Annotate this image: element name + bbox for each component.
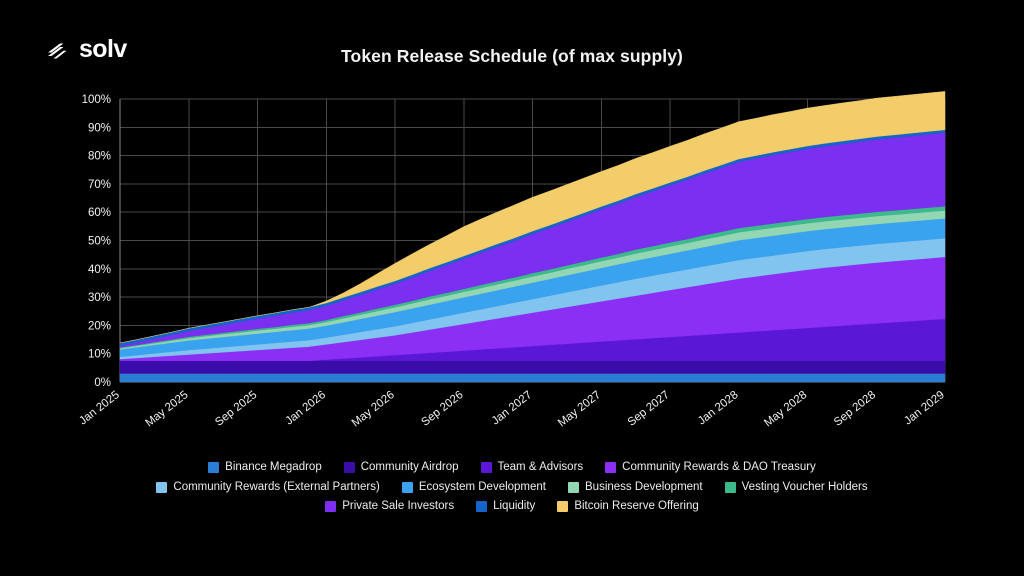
legend-item[interactable]: Private Sale Investors (325, 500, 455, 513)
legend-item[interactable]: Community Airdrop (343, 461, 459, 474)
legend-item[interactable]: Bitcoin Reserve Offering (557, 500, 699, 513)
x-axis-tick-label: Jan 2027 (490, 389, 535, 428)
y-axis-tick-label: 70% (88, 179, 111, 191)
y-axis-tick-label: 0% (94, 377, 111, 389)
legend-item-label: Vesting Voucher Holders (741, 480, 868, 493)
legend-swatch-icon (568, 481, 580, 493)
legend-item[interactable]: Vesting Voucher Holders (724, 480, 868, 494)
x-axis-tick-label: Sep 2026 (419, 389, 465, 429)
legend-item[interactable]: Community Rewards & DAO Treasury (605, 461, 816, 474)
y-axis-tick-label: 90% (88, 122, 111, 134)
legend-item[interactable]: Liquidity (476, 500, 536, 513)
legend-swatch-icon (480, 462, 492, 474)
x-axis-tick-label: Jan 2028 (696, 389, 741, 428)
legend-swatch-icon (557, 501, 569, 513)
legend-swatch-icon (401, 481, 413, 493)
y-axis-tick-label: 10% (88, 349, 111, 361)
legend-row: Binance Megadrop Community Airdrop Team & … (60, 461, 964, 474)
legend-swatch-icon (724, 481, 736, 493)
legend-item-label: Ecosystem Development (418, 480, 547, 493)
x-axis-tick-label: May 2027 (556, 389, 603, 430)
legend-item-label: Binance Megadrop (225, 461, 322, 473)
legend-item[interactable]: Ecosystem Development (401, 480, 547, 494)
y-axis-tick-label: 30% (88, 292, 111, 304)
chart-legend: Binance Megadrop Community Airdrop Team & … (60, 461, 964, 513)
y-axis-tick-label: 80% (88, 151, 111, 163)
legend-row: Community Rewards (External Partners) Eco… (60, 480, 964, 494)
legend-item-label: Bitcoin Reserve Offering (574, 500, 699, 512)
legend-swatch-icon (156, 481, 168, 493)
legend-item-label: Community Rewards & DAO Treasury (622, 461, 816, 473)
legend-item[interactable]: Community Rewards (External Partners) (156, 480, 380, 494)
x-axis-tick-label: Sep 2028 (832, 389, 878, 429)
y-axis-tick-label: 50% (88, 236, 111, 248)
legend-swatch-icon (208, 462, 220, 474)
x-axis-tick-label: May 2026 (350, 389, 397, 430)
x-axis-tick-label: May 2025 (143, 389, 190, 430)
legend-item[interactable]: Binance Megadrop (208, 461, 322, 474)
legend-swatch-icon (343, 462, 355, 474)
x-axis-tick-label: Jan 2025 (77, 389, 122, 428)
legend-swatch-icon (325, 501, 337, 513)
legend-row: Private Sale Investors Liquidity Bitcoin R… (60, 500, 964, 513)
x-axis-tick-label: Jan 2026 (283, 389, 328, 428)
area-series (119, 360, 946, 374)
x-axis-tick-label: Jan 2029 (902, 389, 947, 428)
legend-item-label: Community Rewards (External Partners) (173, 480, 380, 493)
legend-swatch-icon (605, 462, 617, 474)
legend-item[interactable]: Team & Advisors (480, 461, 584, 474)
x-axis-tick-label: Sep 2027 (626, 389, 672, 429)
legend-item-label: Private Sale Investors (342, 500, 455, 512)
y-axis-tick-label: 60% (88, 207, 111, 219)
y-axis-tick-label: 100% (82, 94, 111, 106)
legend-item-label: Liquidity (493, 500, 536, 512)
screenshot-root: solv Token Release Schedule (of max supp… (0, 0, 1024, 576)
legend-item-label: Business Development (585, 480, 703, 493)
legend-swatch-icon (476, 501, 488, 513)
y-axis-tick-label: 20% (88, 320, 111, 332)
x-axis-tick-label: Sep 2025 (213, 389, 259, 429)
legend-item[interactable]: Business Development (568, 480, 703, 494)
area-series (119, 373, 946, 383)
x-axis-tick-label: May 2028 (762, 389, 809, 430)
y-axis-tick-label: 40% (88, 264, 111, 276)
legend-item-label: Community Airdrop (360, 461, 459, 473)
legend-item-label: Team & Advisors (497, 461, 584, 473)
